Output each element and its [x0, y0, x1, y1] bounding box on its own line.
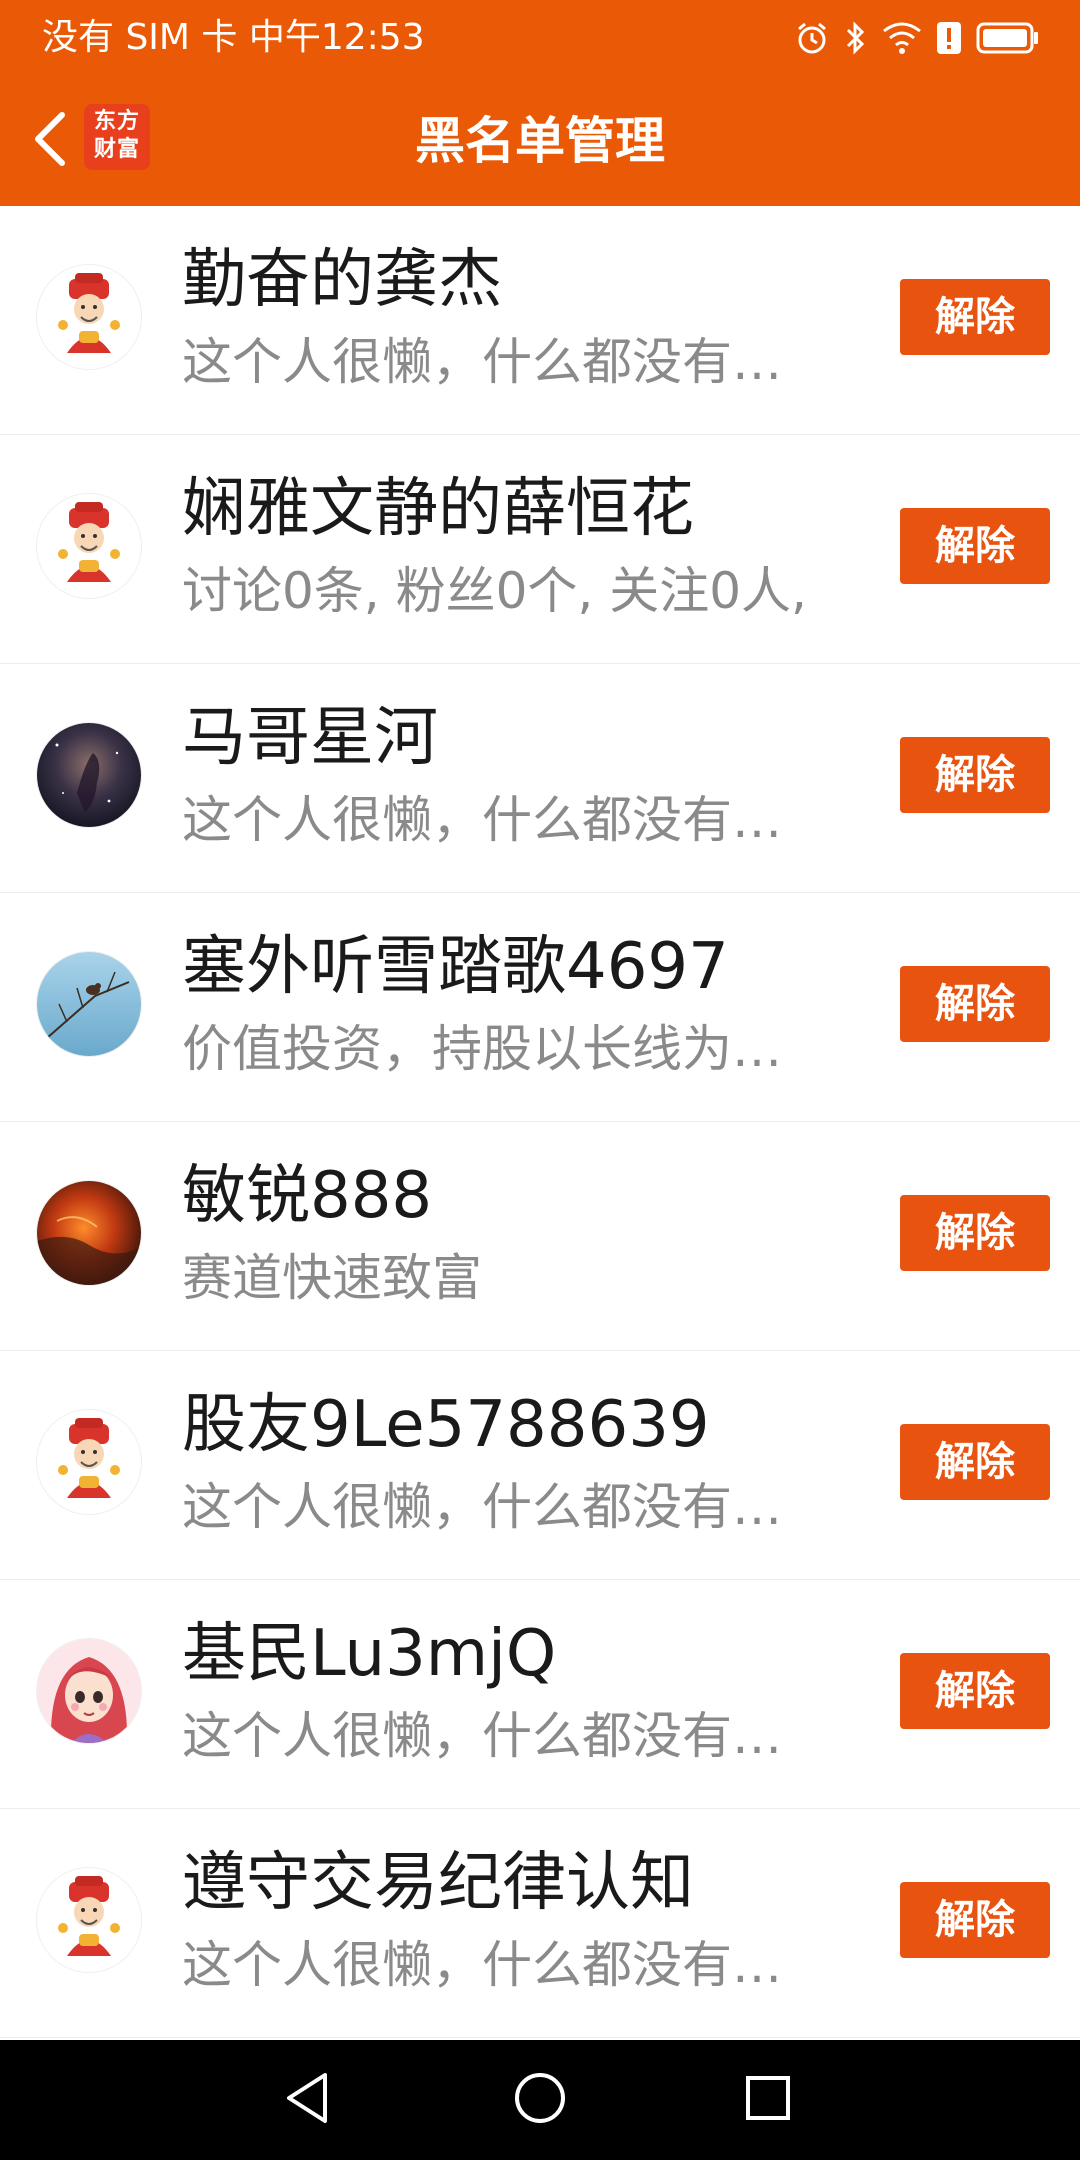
status-bar: 没有 SIM 卡 中午12:53 — [0, 0, 1080, 76]
back-triangle-icon — [283, 2071, 333, 2129]
list-item[interactable]: 娴雅文静的薛恒花讨论0条, 粉丝0个, 关注0人, 解除 — [0, 435, 1080, 664]
unblock-button[interactable]: 解除 — [900, 279, 1050, 355]
nav-recents-button[interactable] — [732, 2064, 804, 2136]
user-name: 基民Lu3mjQ — [182, 1617, 557, 1691]
alarm-icon — [794, 20, 830, 56]
user-description: 这个人很懒，什么都没有… — [182, 1707, 782, 1765]
user-name: 马哥星河 — [182, 701, 438, 775]
caishen-avatar[interactable] — [36, 1867, 142, 1973]
user-description: 这个人很懒，什么都没有… — [182, 791, 782, 849]
status-icons — [794, 16, 1040, 60]
user-description: 这个人很懒，什么都没有… — [182, 1478, 782, 1536]
list-item[interactable]: 股友9Le5788639 这个人很懒，什么都没有… 解除 — [0, 1351, 1080, 1580]
list-item[interactable]: 塞外听雪踏歌4697 价值投资，持股以长线为… 解除 — [0, 893, 1080, 1122]
list-item[interactable]: 基民Lu3mjQ 这个人很懒，什么都没有… 解除 — [0, 1580, 1080, 1809]
recents-square-icon — [743, 2073, 793, 2127]
lava-avatar[interactable] — [36, 1180, 142, 1286]
unblock-button[interactable]: 解除 — [900, 1195, 1050, 1271]
list-item[interactable]: 马哥星河这个人很懒，什么都没有… 解除 — [0, 664, 1080, 893]
caishen-avatar[interactable] — [36, 1409, 142, 1515]
page-title: 黑名单管理 — [415, 112, 665, 170]
battery-alert-icon — [936, 20, 962, 56]
blacklist: 勤奋的龚杰 这个人很懒，什么都没有… 解除 娴雅文静的薛恒花 讨论0条, 粉丝0个, 关… — [0, 206, 1080, 2038]
user-name: 勤奋的龚杰 — [182, 243, 502, 317]
user-description: 价值投资，持股以长线为… — [182, 1020, 782, 1078]
caishen-avatar[interactable] — [36, 264, 142, 370]
nebula-avatar[interactable] — [36, 722, 142, 828]
nav-home-button[interactable] — [504, 2064, 576, 2136]
list-item[interactable]: 遵守交易纪律认知这个人很懒，什么都没有… 解除 — [0, 1809, 1080, 2038]
home-circle-icon — [512, 2070, 568, 2130]
logo-line1: 东方 — [93, 109, 140, 134]
cartoon-girl-avatar[interactable] — [36, 1638, 142, 1744]
unblock-button[interactable]: 解除 — [900, 1882, 1050, 1958]
bluetooth-icon — [844, 20, 868, 56]
user-description: 赛道快速致富 — [182, 1249, 482, 1307]
title-bar: 黑名单管理 东方 财富 — [0, 76, 1080, 206]
battery-icon — [976, 21, 1040, 55]
user-name: 娴雅文静的薛恒花 — [182, 472, 694, 546]
caishen-avatar[interactable] — [36, 493, 142, 599]
user-name: 股友9Le5788639 — [182, 1388, 710, 1462]
user-name: 敏锐888 — [182, 1159, 433, 1233]
unblock-button[interactable]: 解除 — [900, 1653, 1050, 1729]
user-name: 遵守交易纪律认知 — [182, 1846, 694, 1920]
user-description: 讨论0条, 粉丝0个, 关注0人, — [182, 562, 807, 620]
status-text: 没有 SIM 卡 中午12:53 — [42, 17, 425, 58]
user-description: 这个人很懒，什么都没有… — [182, 1936, 782, 1994]
list-item[interactable]: 勤奋的龚杰这个人很懒，什么都没有… 解除 — [0, 206, 1080, 435]
user-name: 塞外听雪踏歌4697 — [182, 930, 729, 1004]
logo-line2: 财富 — [93, 137, 140, 162]
wifi-icon — [882, 21, 922, 55]
list-item[interactable]: 敏锐888 赛道快速致富 解除 — [0, 1122, 1080, 1351]
unblock-button[interactable]: 解除 — [900, 737, 1050, 813]
nav-back-button[interactable] — [272, 2064, 344, 2136]
unblock-button[interactable]: 解除 — [900, 966, 1050, 1042]
system-nav-bar — [0, 2040, 1080, 2160]
bird-branch-avatar[interactable] — [36, 951, 142, 1057]
user-description: 这个人很懒，什么都没有… — [182, 333, 782, 391]
back-button[interactable] — [20, 101, 80, 181]
chevron-left-icon — [30, 109, 70, 173]
unblock-button[interactable]: 解除 — [900, 1424, 1050, 1500]
unblock-button[interactable]: 解除 — [900, 508, 1050, 584]
app-logo: 东方 财富 — [84, 104, 150, 170]
